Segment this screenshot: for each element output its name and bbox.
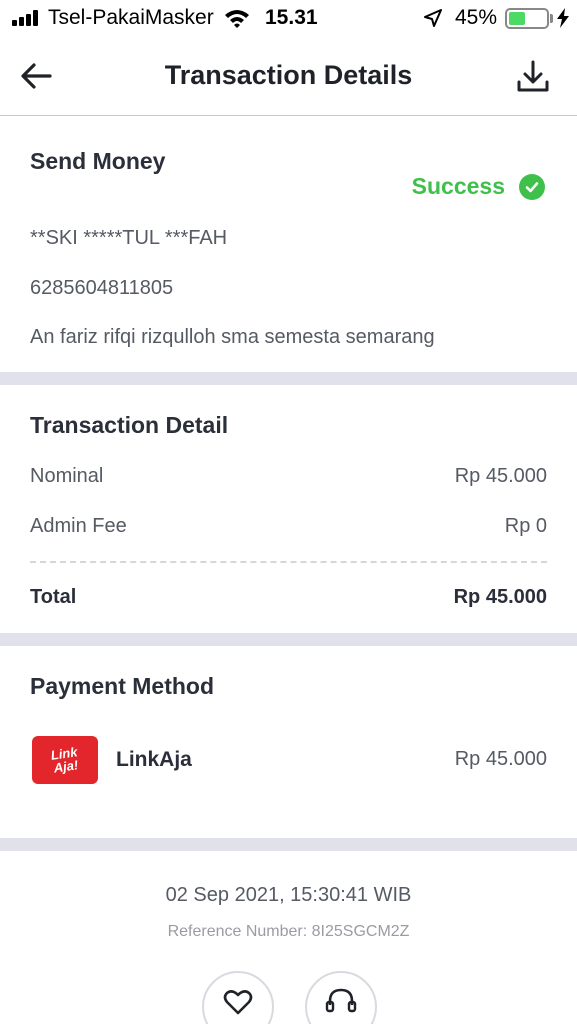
nominal-label: Nominal: [30, 465, 104, 487]
location-arrow-icon: [424, 9, 442, 27]
dashed-separator: [30, 561, 547, 563]
transaction-datetime: 02 Sep 2021, 15:30:41 WIB: [165, 884, 412, 906]
status-text: Success: [411, 173, 505, 199]
payment-method-title: Payment Method: [30, 673, 215, 699]
battery-cap: [550, 14, 553, 23]
nominal-value: Rp 45.000: [454, 465, 547, 487]
transaction-detail-title: Transaction Detail: [30, 412, 229, 438]
payment-method-name: LinkAja: [116, 748, 192, 771]
admin-fee-value: Rp 0: [504, 515, 547, 537]
wifi-icon: [225, 10, 249, 28]
total-value: Rp 45.000: [453, 586, 547, 608]
battery-percent: 45%: [455, 6, 498, 29]
linkaja-logo-text: Link Aja!: [49, 744, 80, 776]
recipient-name: **SKI *****TUL ***FAH: [30, 227, 228, 249]
reference-number: Reference Number: 8I25SGCM2Z: [167, 923, 410, 940]
favorite-button[interactable]: [202, 971, 274, 1024]
transaction-detail-section: Transaction Detail Nominal Rp 45.000 Adm…: [0, 385, 577, 633]
payment-amount: Rp 45.000: [454, 748, 547, 770]
recipient-phone: 6285604811805: [30, 277, 174, 299]
check-circle-icon: [519, 173, 545, 200]
transaction-summary: Send Money Success **SKI *****TUL ***FAH…: [0, 117, 577, 372]
download-icon[interactable]: [512, 56, 554, 98]
admin-fee-label: Admin Fee: [30, 515, 127, 537]
app-header: Transaction Details: [0, 38, 577, 116]
heart-icon: [223, 990, 253, 1015]
section-divider: [0, 372, 577, 385]
battery-icon: [505, 8, 549, 29]
footer-section: 02 Sep 2021, 15:30:41 WIB Reference Numb…: [0, 851, 577, 1024]
section-divider: [0, 838, 577, 851]
status-bar: Tsel-PakaiMasker 15.31 45%: [0, 0, 577, 38]
section-divider: [0, 633, 577, 646]
carrier-name: Tsel-PakaiMasker: [48, 6, 214, 29]
signal-icon: [12, 10, 42, 26]
total-label: Total: [30, 586, 77, 608]
clock-time: 15.31: [265, 6, 318, 29]
page-title: Transaction Details: [164, 60, 413, 90]
transaction-type: Send Money: [30, 148, 166, 174]
help-button[interactable]: [305, 971, 377, 1024]
charging-bolt-icon: [557, 8, 569, 28]
headset-icon: [325, 988, 357, 1013]
status-badge: Success: [412, 173, 545, 200]
transaction-note: An fariz rifqi rizqulloh sma semesta sem…: [30, 326, 435, 348]
linkaja-logo: Link Aja!: [32, 736, 98, 784]
